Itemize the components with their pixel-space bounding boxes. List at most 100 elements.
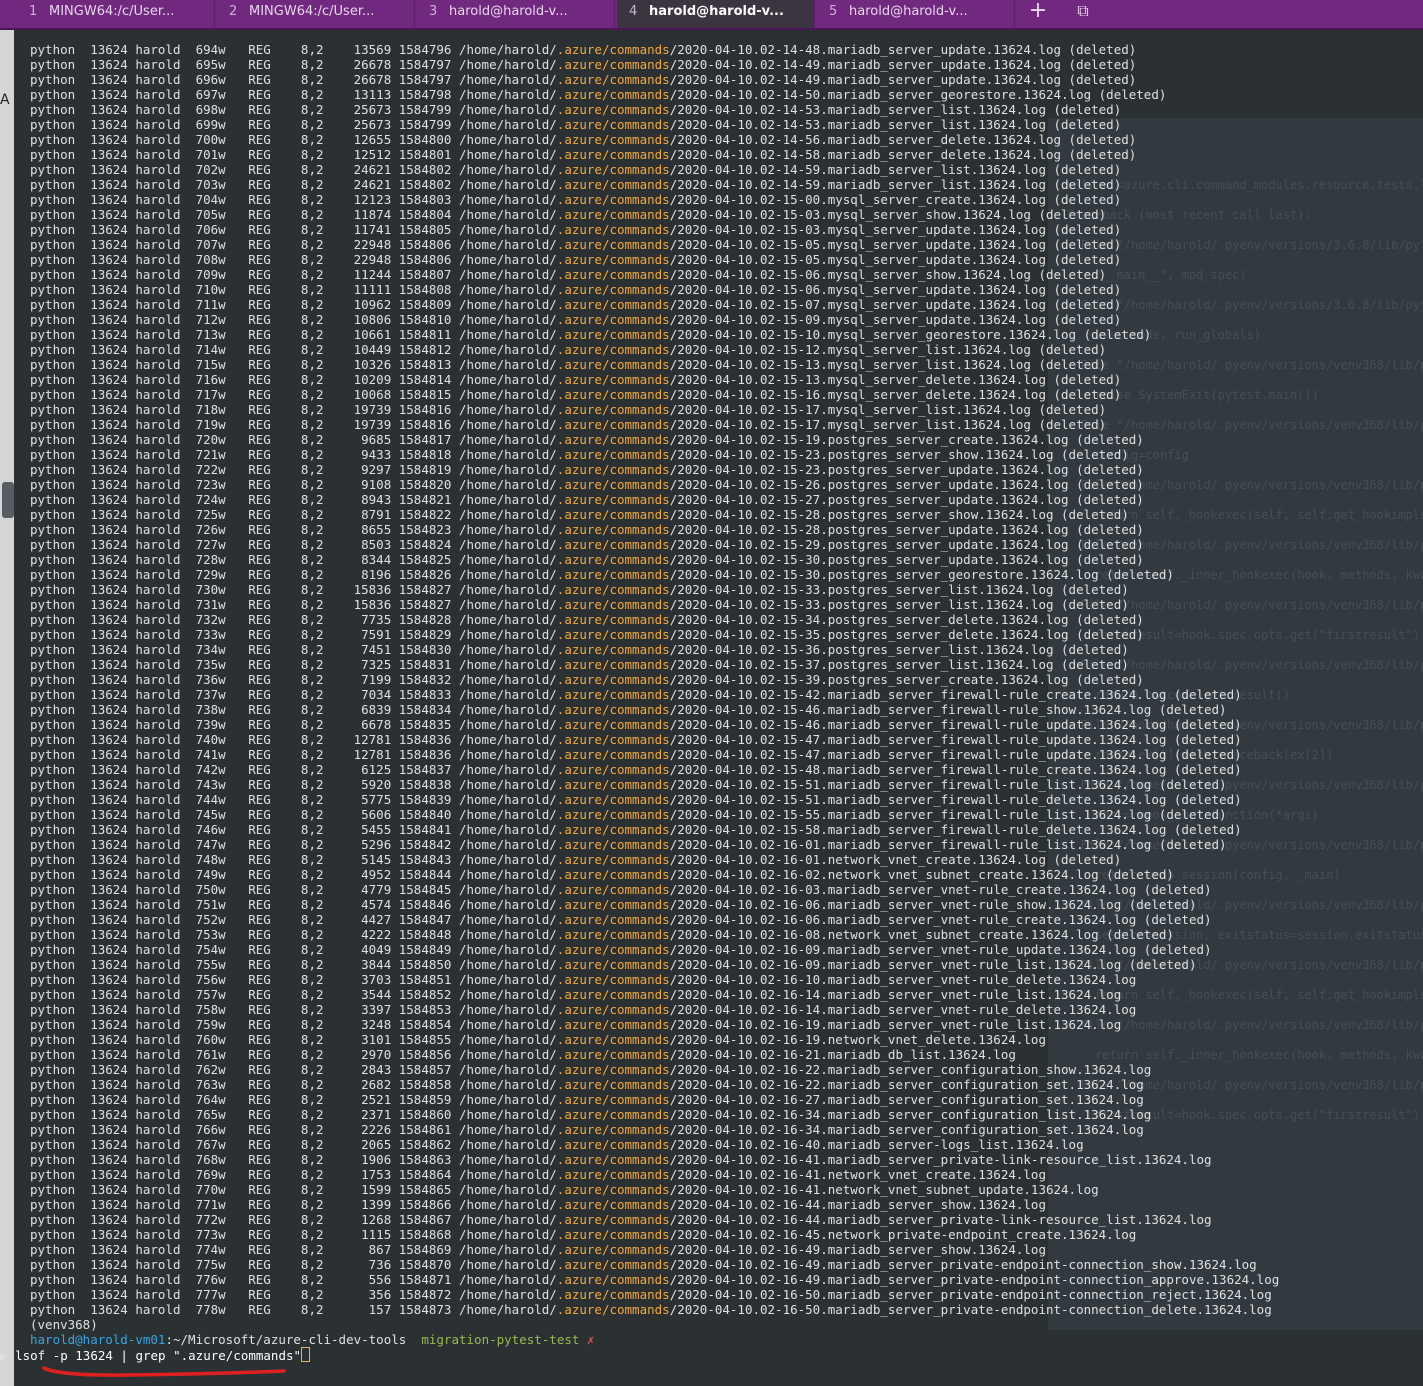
lsof-row-dir: .azure/commands bbox=[556, 387, 670, 402]
lsof-row-fields: python 13624 harold 729w REG 8,2 8196 15… bbox=[30, 567, 557, 582]
lsof-row-fields: python 13624 harold 698w REG 8,2 25673 1… bbox=[30, 102, 557, 117]
lsof-row-file: /2020-04-10.02-16-14.mariadb_server_vnet… bbox=[669, 1002, 1137, 1017]
lsof-row: python 13624 harold 723w REG 8,2 9108 15… bbox=[30, 477, 1410, 492]
lsof-row-file: /2020-04-10.02-16-41.network_vnet_subnet… bbox=[669, 1182, 1099, 1197]
lsof-row-file: /2020-04-10.02-15-51.mariadb_server_fire… bbox=[669, 777, 1227, 792]
lsof-row-fields: python 13624 harold 756w REG 8,2 3703 15… bbox=[30, 972, 557, 987]
lsof-row-fields: python 13624 harold 754w REG 8,2 4049 15… bbox=[30, 942, 557, 957]
lsof-row: python 13624 harold 714w REG 8,2 10449 1… bbox=[30, 342, 1410, 357]
command-line[interactable]: ▶ lsof -p 13624 | grep ".azure/commands" bbox=[0, 1347, 1410, 1363]
lsof-row: python 13624 harold 697w REG 8,2 13113 1… bbox=[30, 87, 1410, 102]
lsof-row-fields: python 13624 harold 764w REG 8,2 2521 15… bbox=[30, 1092, 557, 1107]
terminal-tab-1[interactable]: 1 MINGW64:/c/User... bbox=[17, 0, 215, 28]
lsof-row-dir: .azure/commands bbox=[556, 717, 670, 732]
lsof-row-file: /2020-04-10.02-15-42.mariadb_server_fire… bbox=[669, 687, 1242, 702]
new-tab-button[interactable]: + bbox=[1023, 0, 1053, 26]
lsof-row-dir: .azure/commands bbox=[556, 192, 670, 207]
lsof-row: python 13624 harold 709w REG 8,2 11244 1… bbox=[30, 267, 1410, 282]
lsof-row-dir: .azure/commands bbox=[556, 1197, 670, 1212]
lsof-row-dir: .azure/commands bbox=[556, 57, 670, 72]
lsof-row-file: /2020-04-10.02-16-21.mariadb_db_list.136… bbox=[669, 1047, 1016, 1062]
lsof-row: python 13624 harold 758w REG 8,2 3397 15… bbox=[30, 1002, 1410, 1017]
lsof-row-file: /2020-04-10.02-15-48.mariadb_server_fire… bbox=[669, 762, 1242, 777]
lsof-row-file: /2020-04-10.02-14-59.mariadb_server_list… bbox=[669, 177, 1122, 192]
lsof-row-file: /2020-04-10.02-14-49.mariadb_server_upda… bbox=[669, 57, 1137, 72]
lsof-row-file: /2020-04-10.02-16-45.network_private-end… bbox=[669, 1227, 1137, 1242]
lsof-row-dir: .azure/commands bbox=[556, 162, 670, 177]
lsof-row: python 13624 harold 731w REG 8,2 15836 1… bbox=[30, 597, 1410, 612]
lsof-row-fields: python 13624 harold 699w REG 8,2 25673 1… bbox=[30, 117, 557, 132]
lsof-row-file: /2020-04-10.02-15-17.mysql_server_list.1… bbox=[669, 417, 1107, 432]
lsof-row-dir: .azure/commands bbox=[556, 1062, 670, 1077]
lsof-row: python 13624 harold 720w REG 8,2 9685 15… bbox=[30, 432, 1410, 447]
lsof-row: python 13624 harold 741w REG 8,2 12781 1… bbox=[30, 747, 1410, 762]
lsof-row-file: /2020-04-10.02-15-23.postgres_server_upd… bbox=[669, 462, 1144, 477]
lsof-row: python 13624 harold 717w REG 8,2 10068 1… bbox=[30, 387, 1410, 402]
tab-title: MINGW64:/c/User... bbox=[49, 4, 175, 19]
lsof-row-fields: python 13624 harold 737w REG 8,2 7034 15… bbox=[30, 687, 557, 702]
lsof-row-file: /2020-04-10.02-15-28.postgres_server_sho… bbox=[669, 507, 1129, 522]
lsof-row-file: /2020-04-10.02-16-50.mariadb_server_priv… bbox=[669, 1287, 1272, 1302]
lsof-row-fields: python 13624 harold 719w REG 8,2 19739 1… bbox=[30, 417, 557, 432]
lsof-row-dir: .azure/commands bbox=[556, 237, 670, 252]
lsof-row-fields: python 13624 harold 736w REG 8,2 7199 15… bbox=[30, 672, 557, 687]
lsof-row-fields: python 13624 harold 732w REG 8,2 7735 15… bbox=[30, 612, 557, 627]
lsof-row: python 13624 harold 730w REG 8,2 15836 1… bbox=[30, 582, 1410, 597]
red-underline-annotation bbox=[42, 1366, 286, 1377]
lsof-row-file: /2020-04-10.02-15-03.mysql_server_show.1… bbox=[669, 207, 1107, 222]
lsof-row-fields: python 13624 harold 739w REG 8,2 6678 15… bbox=[30, 717, 557, 732]
lsof-row-dir: .azure/commands bbox=[556, 282, 670, 297]
lsof-row-file: /2020-04-10.02-16-09.mariadb_server_vnet… bbox=[669, 957, 1197, 972]
restore-window-icon[interactable]: ⧉ bbox=[1068, 0, 1098, 26]
lsof-row-fields: python 13624 harold 709w REG 8,2 11244 1… bbox=[30, 267, 557, 282]
lsof-row-dir: .azure/commands bbox=[556, 612, 670, 627]
lsof-row-file: /2020-04-10.02-16-01.mariadb_server_fire… bbox=[669, 837, 1227, 852]
lsof-row-file: /2020-04-10.02-16-03.mariadb_server_vnet… bbox=[669, 882, 1212, 897]
lsof-row-file: /2020-04-10.02-16-19.mariadb_server_vnet… bbox=[669, 1017, 1122, 1032]
lsof-row-dir: .azure/commands bbox=[556, 1182, 670, 1197]
command-input[interactable]: lsof -p 13624 | grep ".azure/commands" bbox=[15, 1348, 301, 1363]
lsof-row-fields: python 13624 harold 735w REG 8,2 7325 15… bbox=[30, 657, 557, 672]
lsof-row-file: /2020-04-10.02-15-51.mariadb_server_fire… bbox=[669, 792, 1242, 807]
lsof-row-file: /2020-04-10.02-15-47.mariadb_server_fire… bbox=[669, 747, 1242, 762]
lsof-row-file: /2020-04-10.02-16-02.network_vnet_subnet… bbox=[669, 867, 1174, 882]
lsof-row: python 13624 harold 721w REG 8,2 9433 15… bbox=[30, 447, 1410, 462]
lsof-row-fields: python 13624 harold 748w REG 8,2 5145 15… bbox=[30, 852, 557, 867]
lsof-row: python 13624 harold 762w REG 8,2 2843 15… bbox=[30, 1062, 1410, 1077]
git-branch: migration-pytest-test bbox=[421, 1332, 580, 1347]
lsof-row: python 13624 harold 767w REG 8,2 2065 15… bbox=[30, 1137, 1410, 1152]
lsof-row-dir: .azure/commands bbox=[556, 627, 670, 642]
lsof-row-dir: .azure/commands bbox=[556, 792, 670, 807]
lsof-row-file: /2020-04-10.02-16-06.mariadb_server_vnet… bbox=[669, 912, 1212, 927]
terminal-output[interactable]: python 13624 harold 694w REG 8,2 13569 1… bbox=[0, 42, 1410, 1363]
lsof-row-fields: python 13624 harold 695w REG 8,2 26678 1… bbox=[30, 57, 557, 72]
lsof-row-fields: python 13624 harold 752w REG 8,2 4427 15… bbox=[30, 912, 557, 927]
terminal-tab-2[interactable]: 2 MINGW64:/c/User... bbox=[217, 0, 415, 28]
lsof-row-file: /2020-04-10.02-15-39.postgres_server_cre… bbox=[669, 672, 1144, 687]
terminal-tab-3[interactable]: 3 harold@harold-v... bbox=[417, 0, 615, 28]
lsof-row-fields: python 13624 harold 753w REG 8,2 4222 15… bbox=[30, 927, 557, 942]
lsof-row: python 13624 harold 740w REG 8,2 12781 1… bbox=[30, 732, 1410, 747]
lsof-row-file: /2020-04-10.02-15-06.mysql_server_show.1… bbox=[669, 267, 1107, 282]
lsof-row: python 13624 harold 765w REG 8,2 2371 15… bbox=[30, 1107, 1410, 1122]
lsof-row-file: /2020-04-10.02-15-06.mysql_server_update… bbox=[669, 282, 1122, 297]
prompt-line: harold@harold-vm01:~/Microsoft/azure-cli… bbox=[30, 1332, 1410, 1347]
lsof-row-file: /2020-04-10.02-15-58.mariadb_server_fire… bbox=[669, 822, 1242, 837]
lsof-row-dir: .azure/commands bbox=[556, 522, 670, 537]
lsof-row-dir: .azure/commands bbox=[556, 477, 670, 492]
lsof-row-fields: python 13624 harold 770w REG 8,2 1599 15… bbox=[30, 1182, 557, 1197]
lsof-row-file: /2020-04-10.02-15-13.mysql_server_list.1… bbox=[669, 357, 1107, 372]
lsof-row-fields: python 13624 harold 722w REG 8,2 9297 15… bbox=[30, 462, 557, 477]
lsof-row: python 13624 harold 775w REG 8,2 736 158… bbox=[30, 1257, 1410, 1272]
lsof-row: python 13624 harold 728w REG 8,2 8344 15… bbox=[30, 552, 1410, 567]
lsof-row-dir: .azure/commands bbox=[556, 657, 670, 672]
lsof-row-fields: python 13624 harold 746w REG 8,2 5455 15… bbox=[30, 822, 557, 837]
lsof-row-fields: python 13624 harold 767w REG 8,2 2065 15… bbox=[30, 1137, 557, 1152]
terminal-tab-5[interactable]: 5 harold@harold-v... bbox=[817, 0, 1015, 28]
lsof-row-dir: .azure/commands bbox=[556, 222, 670, 237]
lsof-row: python 13624 harold 776w REG 8,2 556 158… bbox=[30, 1272, 1410, 1287]
lsof-row-dir: .azure/commands bbox=[556, 1017, 670, 1032]
lsof-row-file: /2020-04-10.02-15-05.mysql_server_update… bbox=[669, 237, 1122, 252]
lsof-row-file: /2020-04-10.02-16-01.network_vnet_create… bbox=[669, 852, 1122, 867]
terminal-tab-4[interactable]: 4 harold@harold-v... bbox=[617, 0, 815, 28]
